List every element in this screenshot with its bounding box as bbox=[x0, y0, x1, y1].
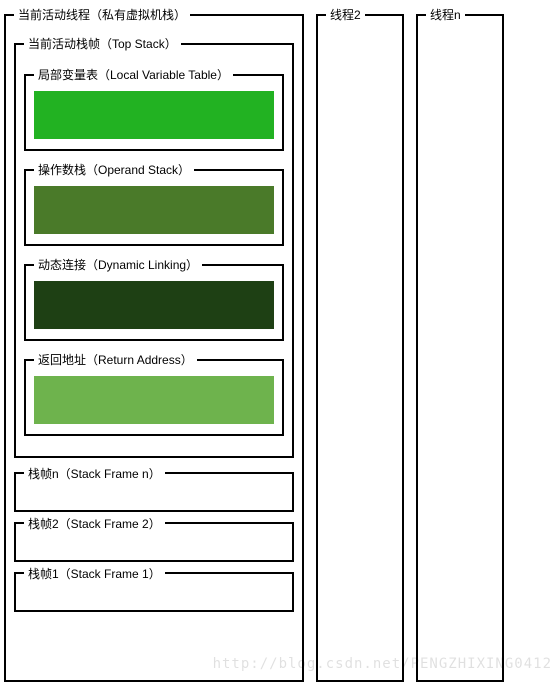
stack-frame-2: 栈帧2（Stack Frame 2） bbox=[14, 522, 294, 562]
thread-2-box: 线程2 bbox=[316, 6, 404, 682]
operand-stack-box: 操作数栈（Operand Stack） bbox=[24, 161, 284, 246]
return-address-label: 返回地址（Return Address） bbox=[34, 351, 197, 368]
operand-stack-fill bbox=[34, 186, 274, 234]
operand-stack-label: 操作数栈（Operand Stack） bbox=[34, 161, 194, 178]
local-variable-table-box: 局部变量表（Local Variable Table） bbox=[24, 66, 284, 151]
stack-frame-1: 栈帧1（Stack Frame 1） bbox=[14, 572, 294, 612]
stack-frame-n-label: 栈帧n（Stack Frame n） bbox=[24, 465, 165, 482]
dynamic-linking-label: 动态连接（Dynamic Linking） bbox=[34, 256, 202, 273]
thread-n-box: 线程n bbox=[416, 6, 504, 682]
thread-n-title: 线程n bbox=[426, 6, 465, 23]
watermark-text: http://blog.csdn.net/PENGZHIXING0412 bbox=[213, 656, 552, 672]
main-thread-title: 当前活动线程（私有虚拟机栈） bbox=[14, 6, 190, 23]
dynamic-linking-fill bbox=[34, 281, 274, 329]
stack-frame-1-label: 栈帧1（Stack Frame 1） bbox=[24, 565, 165, 582]
thread-2-title: 线程2 bbox=[326, 6, 365, 23]
top-stack-box: 当前活动栈帧（Top Stack） 局部变量表（Local Variable T… bbox=[14, 35, 294, 458]
local-variable-table-fill bbox=[34, 91, 274, 139]
stack-frame-2-label: 栈帧2（Stack Frame 2） bbox=[24, 515, 165, 532]
dynamic-linking-box: 动态连接（Dynamic Linking） bbox=[24, 256, 284, 341]
stack-frame-n: 栈帧n（Stack Frame n） bbox=[14, 472, 294, 512]
top-stack-title: 当前活动栈帧（Top Stack） bbox=[24, 35, 181, 52]
main-thread-box: 当前活动线程（私有虚拟机栈） 当前活动栈帧（Top Stack） 局部变量表（L… bbox=[4, 6, 304, 682]
diagram-root: 当前活动线程（私有虚拟机栈） 当前活动栈帧（Top Stack） 局部变量表（L… bbox=[0, 0, 560, 688]
return-address-box: 返回地址（Return Address） bbox=[24, 351, 284, 436]
return-address-fill bbox=[34, 376, 274, 424]
local-variable-table-label: 局部变量表（Local Variable Table） bbox=[34, 66, 233, 83]
